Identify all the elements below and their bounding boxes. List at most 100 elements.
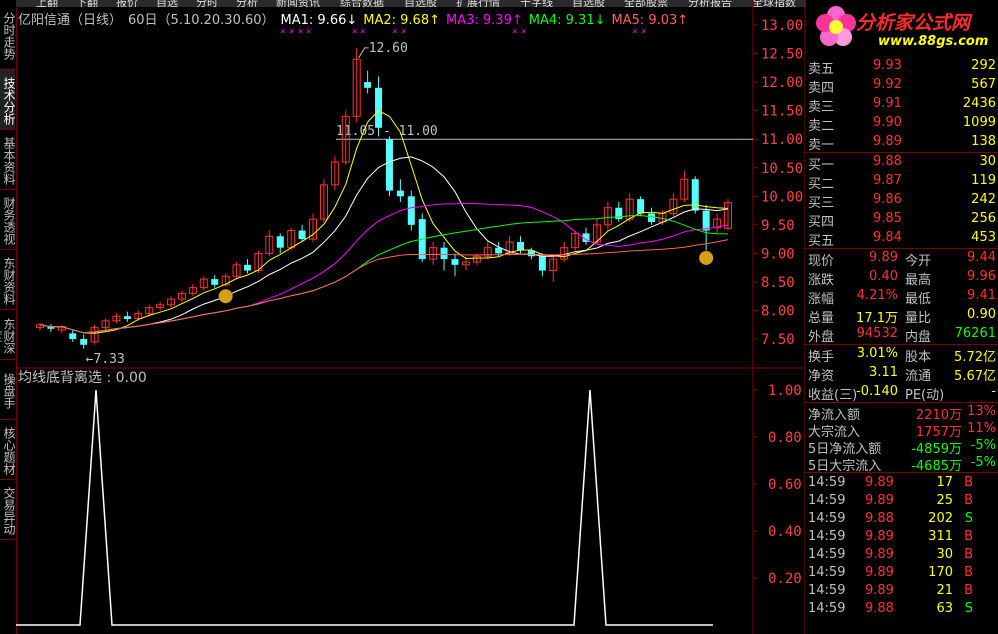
price-axis-label: 9.50	[761, 218, 795, 234]
bid-price: 9.85	[873, 211, 902, 226]
separator	[805, 248, 998, 249]
low-annotation: ←7.33	[86, 352, 125, 367]
side-tab[interactable]: 操盘手	[0, 360, 16, 420]
side-tab[interactable]: 基本资料	[0, 130, 16, 190]
ask-label: 卖三	[808, 100, 835, 115]
side-tab[interactable]: 核心题材	[0, 420, 16, 480]
quote-row: 外盘 94532 内盘 76261	[805, 326, 998, 345]
tick-time: 14:59	[808, 493, 846, 508]
quote-row: 现价 9.89 今开 9.44	[805, 250, 998, 269]
money-bag-icon[interactable]	[218, 289, 233, 304]
separator	[805, 152, 998, 153]
ask-row: 卖五 9.93 292	[805, 58, 998, 77]
ask-row: 卖三 9.91 2436	[805, 96, 998, 115]
price-axis-label: 11.00	[761, 132, 803, 148]
site-logo: 分析家公式网 www.88gs.com	[808, 0, 998, 55]
bid-volume: 30	[979, 154, 996, 169]
candle-body-down	[298, 230, 306, 240]
candle-body-down	[451, 259, 459, 265]
quote-label: 涨幅	[808, 292, 835, 307]
candle-body-down	[243, 264, 251, 271]
stat-label: 换手	[808, 350, 835, 365]
tick-price: 9.89	[865, 475, 894, 490]
tick-time: 14:59	[808, 547, 846, 562]
signal-marker: ×	[306, 27, 311, 37]
indicator-axis-label: 0.60	[768, 477, 802, 493]
price-axis-label: 10.00	[761, 189, 803, 205]
indicator-axis-label: 1.00	[768, 383, 802, 399]
side-tab[interactable]: 财务透视	[0, 190, 16, 250]
indicator-line	[16, 389, 713, 626]
ask-volume: 292	[971, 58, 996, 73]
bid-price: 9.87	[873, 173, 902, 188]
indicator-axis-label: 0.20	[768, 571, 802, 587]
quote-value: 4.21%	[856, 288, 898, 303]
tick-price: 9.89	[865, 529, 894, 544]
tick-side: B	[964, 547, 973, 562]
stat-row: 换手 3.01% 股本 5.72亿	[805, 346, 998, 365]
candle-body-down	[123, 316, 131, 320]
ask-volume: 138	[971, 134, 996, 149]
ask-price: 9.92	[873, 77, 902, 92]
quote-row: 涨幅 4.21% 最低 9.41	[805, 288, 998, 307]
candle-body-down	[69, 333, 77, 340]
quote-value: 9.41	[967, 288, 996, 303]
candle-body-down	[407, 196, 415, 225]
tick-time: 14:59	[808, 475, 846, 490]
side-tab[interactable]: 交易异动	[0, 480, 16, 540]
tick-volume: 17	[936, 475, 953, 490]
bid-row: 买四 9.85 256	[805, 211, 998, 230]
tick-time: 14:59	[808, 565, 846, 580]
quote-panel: 卖五 9.93 292 卖四 9.92 567 卖三 9.91 2436 卖二 9.90 1099 卖一…	[805, 55, 998, 634]
bid-volume: 119	[971, 173, 996, 188]
bid-label: 买二	[808, 177, 835, 192]
tick-side: B	[964, 529, 973, 544]
candle-body-down	[211, 279, 219, 285]
tick-time: 14:59	[808, 529, 846, 544]
candle-body-down	[517, 241, 525, 251]
side-tab[interactable]: 东财深度	[0, 310, 16, 360]
money-bag-icon[interactable]	[699, 250, 714, 265]
stat-row: 收益(三) -0.140 PE(动) -	[805, 384, 998, 403]
kline-chart[interactable]: 13.00 12.50 12.00 11.50 11.00 10.50 10.00 9.50 9…	[16, 0, 806, 634]
side-tab[interactable]: 分时走势	[0, 0, 16, 70]
bid-label: 买四	[808, 215, 835, 230]
flow-percent: 11%	[967, 421, 996, 436]
side-tab[interactable]: 技术分析	[0, 70, 16, 130]
bid-row: 买三 9.86 242	[805, 192, 998, 211]
stat-row: 净资 3.11 流通 5.67亿	[805, 365, 998, 384]
signal-marker: ×	[280, 27, 285, 37]
tick-volume: 170	[928, 565, 953, 580]
side-tab[interactable]: 东财资料	[0, 250, 16, 310]
candle-body-down	[538, 256, 546, 271]
flow-row: 5日净流入额 -4859万 -5%	[805, 438, 998, 457]
ask-volume: 1099	[962, 115, 996, 130]
signal-marker: ×	[289, 27, 294, 37]
flow-percent: -5%	[970, 455, 996, 470]
tick-row: 14:59 9.89 30 B	[805, 547, 998, 565]
flow-row: 大宗流入 1757万 11%	[805, 421, 998, 440]
ask-row: 卖二 9.90 1099	[805, 115, 998, 134]
quote-label: 涨跌	[808, 273, 835, 288]
ma20-line	[39, 202, 729, 334]
tick-side: S	[964, 601, 973, 616]
flow-percent: -5%	[970, 438, 996, 453]
indicator-axis-label: 0.80	[768, 430, 802, 446]
tick-volume: 30	[936, 547, 953, 562]
quote-value: 94532	[856, 326, 898, 341]
candle-body-down	[702, 210, 710, 231]
high-pointer	[358, 47, 369, 59]
tick-side: S	[964, 511, 973, 526]
quote-label: 今开	[905, 254, 932, 269]
signal-marker: ×	[352, 27, 357, 37]
tick-row: 14:59 9.89 25 B	[805, 493, 998, 511]
stat-value: 5.67亿	[954, 369, 996, 384]
quote-row: 涨跌 0.40 最高 9.96	[805, 269, 998, 288]
candle-body-down	[276, 236, 284, 248]
tick-row: 14:59 9.89 170 B	[805, 565, 998, 583]
ask-label: 卖四	[808, 81, 835, 96]
tick-time: 14:59	[808, 583, 846, 598]
tick-price: 9.88	[865, 601, 894, 616]
quote-label: 最高	[905, 273, 932, 288]
tick-row: 14:59 9.89 17 B	[805, 475, 998, 493]
